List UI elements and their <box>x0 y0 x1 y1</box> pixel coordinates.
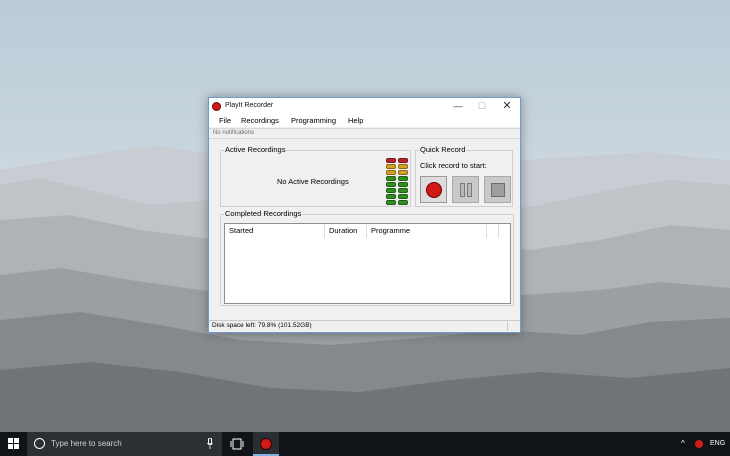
meter-segment <box>398 164 408 169</box>
meter-row <box>386 200 408 205</box>
menu-recordings[interactable]: Recordings <box>241 116 279 125</box>
meter-row <box>386 158 408 163</box>
completed-recordings-list[interactable]: Started Duration Programme <box>224 223 511 304</box>
notification-bar: No notifications <box>209 128 520 139</box>
meter-row <box>386 164 408 169</box>
meter-segment <box>398 176 408 181</box>
meter-segment <box>398 194 408 199</box>
menu-file[interactable]: File <box>219 116 231 125</box>
language-indicator[interactable]: ENG <box>710 440 725 447</box>
close-button[interactable]: ✕ <box>494 98 520 115</box>
column-extra[interactable] <box>487 224 499 238</box>
meter-segment <box>398 200 408 205</box>
notification-text: No notifications <box>213 130 255 136</box>
meter-row <box>386 170 408 175</box>
stop-button[interactable] <box>484 176 511 203</box>
menu-bar: File Recordings Programming Help <box>209 115 520 127</box>
meter-segment <box>386 164 396 169</box>
taskbar-search-box[interactable]: Type here to search <box>27 432 222 456</box>
status-bar: Disk space left: 79.8% (101.52GB) <box>209 320 520 332</box>
column-programme[interactable]: Programme <box>367 224 487 238</box>
meter-segment <box>398 170 408 175</box>
meter-row <box>386 188 408 193</box>
meter-segment <box>398 182 408 187</box>
status-separator <box>507 322 508 331</box>
level-meter <box>386 158 408 206</box>
microphone-icon[interactable] <box>207 438 213 449</box>
quick-record-group: Quick Record Click record to start: <box>415 145 513 207</box>
quick-record-title: Quick Record <box>419 145 467 154</box>
meter-segment <box>386 158 396 163</box>
playit-recorder-window: PlayIt Recorder — ☐ ✕ File Recordings Pr… <box>208 97 521 333</box>
no-active-recordings-text: No Active Recordings <box>277 177 349 186</box>
record-icon <box>426 182 442 198</box>
active-recordings-group: Active Recordings No Active Recordings <box>220 145 411 207</box>
windows-start-icon[interactable] <box>8 438 20 450</box>
search-placeholder: Type here to search <box>51 439 122 448</box>
search-icon <box>34 438 45 449</box>
meter-row <box>386 182 408 187</box>
pause-button[interactable] <box>452 176 479 203</box>
completed-recordings-title: Completed Recordings <box>224 209 303 218</box>
tray-record-icon[interactable] <box>695 440 703 448</box>
record-icon <box>260 438 272 450</box>
meter-segment <box>386 176 396 181</box>
menu-programming[interactable]: Programming <box>291 116 336 125</box>
meter-segment <box>386 194 396 199</box>
active-recordings-title: Active Recordings <box>224 145 287 154</box>
app-record-icon <box>212 102 221 111</box>
meter-row <box>386 176 408 181</box>
menu-help[interactable]: Help <box>348 116 363 125</box>
meter-segment <box>398 158 408 163</box>
meter-segment <box>386 170 396 175</box>
disk-space-text: Disk space left: 79.8% (101.52GB) <box>212 322 312 329</box>
task-view-icon[interactable] <box>230 438 244 450</box>
title-bar[interactable]: PlayIt Recorder — ☐ ✕ <box>209 98 520 115</box>
minimize-button[interactable]: — <box>445 98 471 115</box>
completed-recordings-group: Completed Recordings Started Duration Pr… <box>220 209 514 306</box>
meter-row <box>386 194 408 199</box>
meter-segment <box>386 182 396 187</box>
window-title: PlayIt Recorder <box>225 102 274 109</box>
tray-chevron-icon[interactable]: ^ <box>681 439 685 448</box>
quick-record-label: Click record to start: <box>420 161 487 170</box>
taskbar: Type here to search ^ ENG <box>0 432 730 456</box>
record-button[interactable] <box>420 176 447 203</box>
meter-segment <box>386 188 396 193</box>
stop-icon <box>491 183 505 197</box>
meter-segment <box>386 200 396 205</box>
taskbar-app-playit-recorder[interactable] <box>253 432 279 456</box>
column-started[interactable]: Started <box>225 224 325 238</box>
meter-segment <box>398 188 408 193</box>
column-duration[interactable]: Duration <box>325 224 367 238</box>
maximize-button[interactable]: ☐ <box>469 98 495 115</box>
list-header: Started Duration Programme <box>225 224 510 238</box>
